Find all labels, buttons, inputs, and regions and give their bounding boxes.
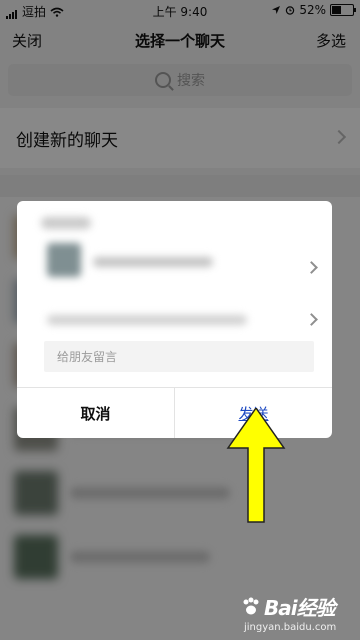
message-input[interactable]: 给朋友留言 [44, 341, 314, 372]
paw-logo-icon [243, 597, 259, 615]
annotation-arrow-icon [226, 408, 286, 523]
message-placeholder: 给朋友留言 [57, 350, 118, 364]
chevron-right-icon[interactable] [305, 261, 318, 274]
blurred-recipient [93, 257, 213, 267]
chevron-right-icon[interactable] [305, 313, 318, 326]
baidu-jingyan-watermark: Bai经验 jingyan.baidu.com [240, 590, 360, 640]
share-dialog: 给朋友留言 取消 发送 [17, 201, 332, 438]
watermark-brand: Bai经验 [264, 596, 336, 620]
blurred-shared-content [47, 315, 247, 325]
watermark-url: jingyan.baidu.com [244, 622, 337, 633]
blurred-header [41, 217, 91, 229]
cancel-button[interactable]: 取消 [17, 388, 174, 438]
blurred-avatar [47, 243, 81, 277]
